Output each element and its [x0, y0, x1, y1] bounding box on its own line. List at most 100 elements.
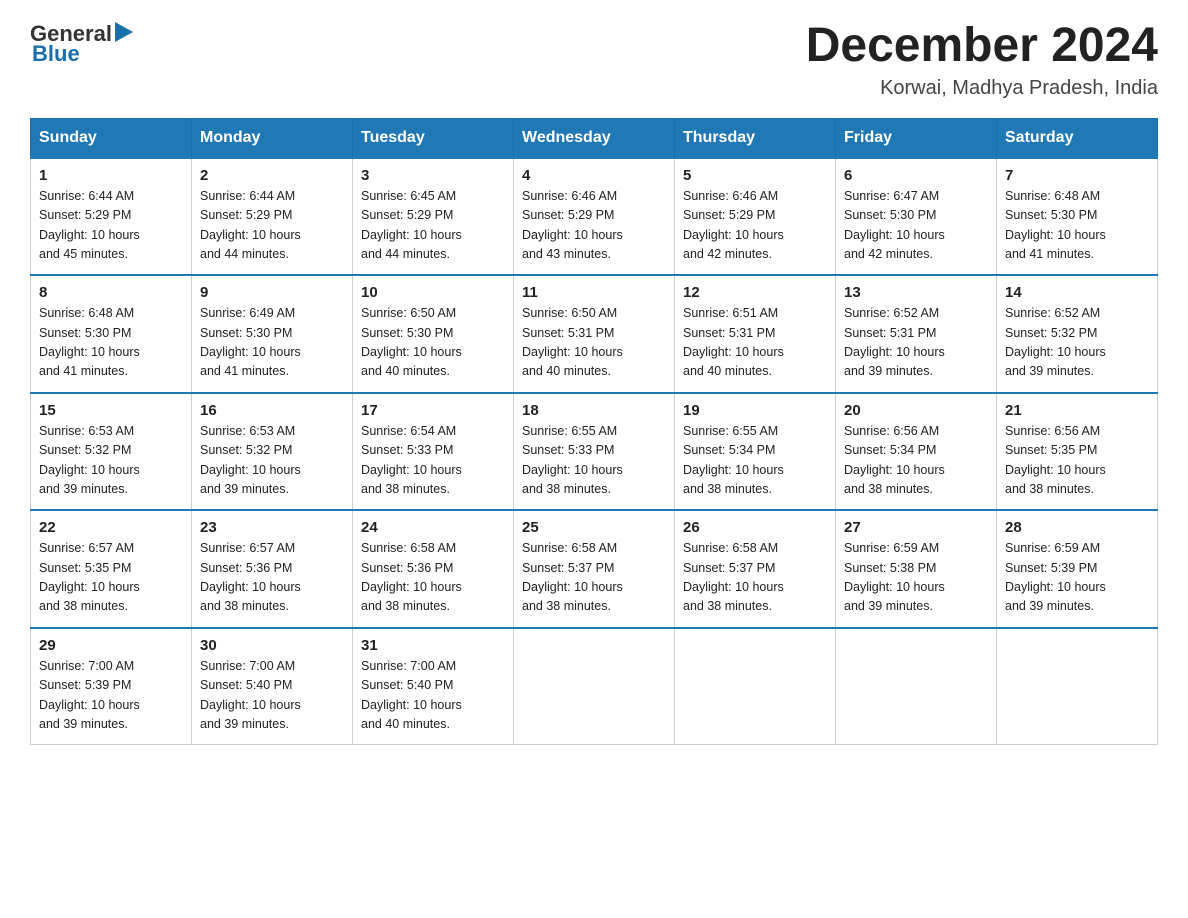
day-number: 10: [361, 284, 505, 301]
day-info: Sunrise: 6:44 AMSunset: 5:29 PMDaylight:…: [39, 187, 183, 265]
calendar-cell: 28Sunrise: 6:59 AMSunset: 5:39 PMDayligh…: [997, 510, 1158, 628]
page-header: General Blue December 2024 Korwai, Madhy…: [30, 20, 1158, 100]
calendar-cell: [836, 628, 997, 745]
day-info: Sunrise: 6:54 AMSunset: 5:33 PMDaylight:…: [361, 422, 505, 500]
calendar-cell: 22Sunrise: 6:57 AMSunset: 5:35 PMDayligh…: [31, 510, 192, 628]
calendar-cell: 7 Sunrise: 6:48 AMSunset: 5:30 PMDaylight…: [997, 158, 1158, 276]
day-number: 9: [200, 284, 344, 301]
calendar-cell: 6 Sunrise: 6:47 AMSunset: 5:30 PMDaylight…: [836, 158, 997, 276]
day-info: Sunrise: 6:57 AMSunset: 5:36 PMDaylight:…: [200, 539, 344, 617]
day-number: 7: [1005, 167, 1149, 184]
day-number: 25: [522, 519, 666, 536]
calendar-cell: 24Sunrise: 6:58 AMSunset: 5:36 PMDayligh…: [353, 510, 514, 628]
day-info: Sunrise: 6:52 AMSunset: 5:31 PMDaylight:…: [844, 304, 988, 382]
header-row: Sunday Monday Tuesday Wednesday Thursday…: [31, 118, 1158, 158]
logo-block: General Blue: [30, 20, 133, 67]
day-number: 26: [683, 519, 827, 536]
calendar-cell: 15Sunrise: 6:53 AMSunset: 5:32 PMDayligh…: [31, 393, 192, 511]
day-info: Sunrise: 7:00 AMSunset: 5:39 PMDaylight:…: [39, 657, 183, 735]
day-info: Sunrise: 6:53 AMSunset: 5:32 PMDaylight:…: [200, 422, 344, 500]
day-info: Sunrise: 6:50 AMSunset: 5:31 PMDaylight:…: [522, 304, 666, 382]
calendar-cell: 5 Sunrise: 6:46 AMSunset: 5:29 PMDaylight…: [675, 158, 836, 276]
calendar-cell: 2Sunrise: 6:44 AMSunset: 5:29 PMDaylight…: [192, 158, 353, 276]
day-number: 4: [522, 167, 666, 184]
calendar-cell: 9 Sunrise: 6:49 AMSunset: 5:30 PMDaylight…: [192, 275, 353, 393]
calendar-cell: 12Sunrise: 6:51 AMSunset: 5:31 PMDayligh…: [675, 275, 836, 393]
calendar-cell: 11 Sunrise: 6:50 AMSunset: 5:31 PMDayligh…: [514, 275, 675, 393]
day-number: 5: [683, 167, 827, 184]
day-number: 3: [361, 167, 505, 184]
day-info: Sunrise: 7:00 AMSunset: 5:40 PMDaylight:…: [200, 657, 344, 735]
calendar-cell: 1 Sunrise: 6:44 AMSunset: 5:29 PMDaylight…: [31, 158, 192, 276]
calendar-cell: 18Sunrise: 6:55 AMSunset: 5:33 PMDayligh…: [514, 393, 675, 511]
col-friday: Friday: [836, 118, 997, 158]
calendar-cell: 19 Sunrise: 6:55 AMSunset: 5:34 PMDayligh…: [675, 393, 836, 511]
day-number: 11: [522, 284, 666, 301]
day-number: 14: [1005, 284, 1149, 301]
calendar-cell: 10 Sunrise: 6:50 AMSunset: 5:30 PMDayligh…: [353, 275, 514, 393]
day-info: Sunrise: 6:56 AMSunset: 5:34 PMDaylight:…: [844, 422, 988, 500]
month-title: December 2024: [806, 20, 1158, 73]
calendar-cell: [514, 628, 675, 745]
day-info: Sunrise: 6:47 AMSunset: 5:30 PMDaylight:…: [844, 187, 988, 265]
day-number: 20: [844, 402, 988, 419]
day-number: 17: [361, 402, 505, 419]
day-info: Sunrise: 6:57 AMSunset: 5:35 PMDaylight:…: [39, 539, 183, 617]
calendar-cell: 26 Sunrise: 6:58 AMSunset: 5:37 PMDayligh…: [675, 510, 836, 628]
calendar-cell: 16 Sunrise: 6:53 AMSunset: 5:32 PMDayligh…: [192, 393, 353, 511]
day-info: Sunrise: 6:59 AMSunset: 5:38 PMDaylight:…: [844, 539, 988, 617]
calendar-week-row: 15 Sunrise: 6:53 AMSunset: 5:32 PMDayligh…: [31, 393, 1158, 511]
calendar-cell: 8 Sunrise: 6:48 AMSunset: 5:30 PMDaylight…: [31, 275, 192, 393]
day-number: 6: [844, 167, 988, 184]
day-number: 31: [361, 637, 505, 654]
day-info: Sunrise: 6:48 AMSunset: 5:30 PMDaylight:…: [1005, 187, 1149, 265]
day-number: 2: [200, 167, 344, 184]
calendar-week-row: 29 Sunrise: 7:00 AMSunset: 5:39 PMDayligh…: [31, 628, 1158, 745]
day-number: 23: [200, 519, 344, 536]
day-info: Sunrise: 6:49 AMSunset: 5:30 PMDaylight:…: [200, 304, 344, 382]
day-number: 8: [39, 284, 183, 301]
day-number: 15: [39, 402, 183, 419]
day-number: 1: [39, 167, 183, 184]
day-info: Sunrise: 6:58 AMSunset: 5:37 PMDaylight:…: [522, 539, 666, 617]
logo-blue-text: Blue: [32, 41, 80, 67]
title-area: December 2024 Korwai, Madhya Pradesh, In…: [806, 20, 1158, 100]
logo-arrow-icon: [115, 22, 133, 42]
calendar-cell: 23 Sunrise: 6:57 AMSunset: 5:36 PMDayligh…: [192, 510, 353, 628]
day-info: Sunrise: 6:55 AMSunset: 5:34 PMDaylight:…: [683, 422, 827, 500]
day-info: Sunrise: 6:58 AMSunset: 5:36 PMDaylight:…: [361, 539, 505, 617]
calendar-cell: 4Sunrise: 6:46 AMSunset: 5:29 PMDaylight…: [514, 158, 675, 276]
day-info: Sunrise: 6:58 AMSunset: 5:37 PMDaylight:…: [683, 539, 827, 617]
day-number: 16: [200, 402, 344, 419]
col-saturday: Saturday: [997, 118, 1158, 158]
day-info: Sunrise: 6:59 AMSunset: 5:39 PMDaylight:…: [1005, 539, 1149, 617]
calendar-cell: [997, 628, 1158, 745]
day-number: 12: [683, 284, 827, 301]
day-info: Sunrise: 6:55 AMSunset: 5:33 PMDaylight:…: [522, 422, 666, 500]
calendar-header: Sunday Monday Tuesday Wednesday Thursday…: [31, 118, 1158, 158]
calendar-cell: 3 Sunrise: 6:45 AMSunset: 5:29 PMDaylight…: [353, 158, 514, 276]
col-monday: Monday: [192, 118, 353, 158]
calendar-week-row: 1 Sunrise: 6:44 AMSunset: 5:29 PMDaylight…: [31, 158, 1158, 276]
logo: General Blue: [30, 20, 133, 67]
calendar-cell: 31Sunrise: 7:00 AMSunset: 5:40 PMDayligh…: [353, 628, 514, 745]
calendar-cell: 21 Sunrise: 6:56 AMSunset: 5:35 PMDayligh…: [997, 393, 1158, 511]
day-info: Sunrise: 6:46 AMSunset: 5:29 PMDaylight:…: [683, 187, 827, 265]
calendar-body: 1 Sunrise: 6:44 AMSunset: 5:29 PMDaylight…: [31, 158, 1158, 745]
day-info: Sunrise: 6:48 AMSunset: 5:30 PMDaylight:…: [39, 304, 183, 382]
day-number: 13: [844, 284, 988, 301]
calendar-cell: 27Sunrise: 6:59 AMSunset: 5:38 PMDayligh…: [836, 510, 997, 628]
day-number: 29: [39, 637, 183, 654]
calendar-cell: 25 Sunrise: 6:58 AMSunset: 5:37 PMDayligh…: [514, 510, 675, 628]
calendar-cell: 29 Sunrise: 7:00 AMSunset: 5:39 PMDayligh…: [31, 628, 192, 745]
day-info: Sunrise: 6:50 AMSunset: 5:30 PMDaylight:…: [361, 304, 505, 382]
day-info: Sunrise: 6:56 AMSunset: 5:35 PMDaylight:…: [1005, 422, 1149, 500]
day-number: 30: [200, 637, 344, 654]
calendar-cell: 20 Sunrise: 6:56 AMSunset: 5:34 PMDayligh…: [836, 393, 997, 511]
day-number: 19: [683, 402, 827, 419]
calendar-cell: 14Sunrise: 6:52 AMSunset: 5:32 PMDayligh…: [997, 275, 1158, 393]
location-subtitle: Korwai, Madhya Pradesh, India: [806, 77, 1158, 100]
day-info: Sunrise: 6:45 AMSunset: 5:29 PMDaylight:…: [361, 187, 505, 265]
col-tuesday: Tuesday: [353, 118, 514, 158]
day-number: 21: [1005, 402, 1149, 419]
